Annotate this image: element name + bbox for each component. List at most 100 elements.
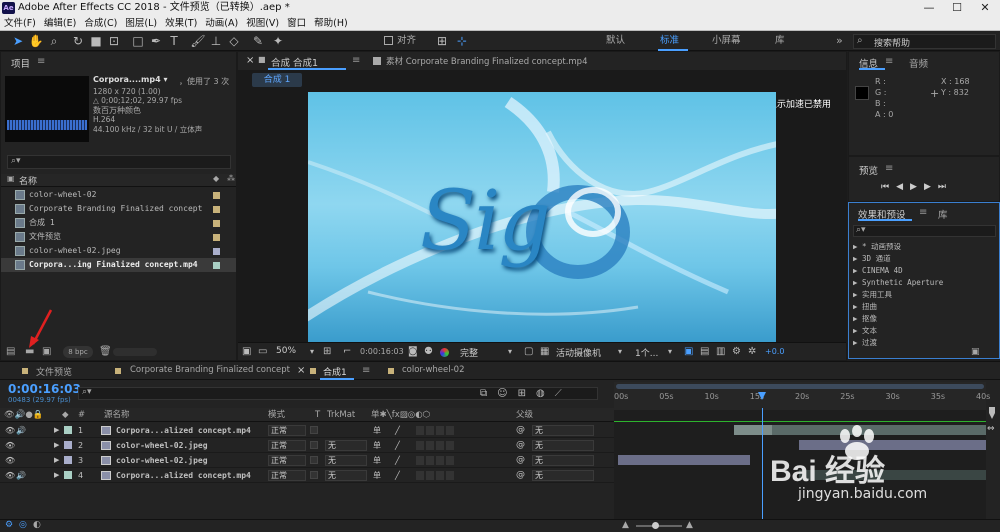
play-icon[interactable]: ▶ [910, 182, 924, 192]
new-effect-icon[interactable]: ▣ [971, 347, 980, 357]
menu-window[interactable]: 窗口 [283, 16, 310, 31]
exposure-value[interactable]: +0.0 [765, 347, 784, 356]
monitor-icon[interactable]: ▭ [258, 346, 267, 358]
parent-pickwhip-icon[interactable]: @ [516, 468, 525, 483]
pan-behind-tool-icon[interactable]: ⊡ [106, 33, 122, 49]
visibility-eye-icon[interactable]: 👁 [5, 453, 15, 468]
project-item[interactable]: Corporate Branding Finalized concept [1, 202, 236, 216]
workspace-library[interactable]: 库 [775, 34, 785, 48]
column-source-name[interactable]: 源名称 [104, 408, 130, 422]
layer-row[interactable]: 👁 ▶ 2 color-wheel-02.jpeg 正常无单 ╱ @ 无 [0, 438, 614, 453]
footage-tab[interactable]: 素材 Corporate Branding Finalized concept.… [386, 55, 587, 67]
layer-bar-3[interactable] [618, 455, 750, 465]
frame-blend-icon[interactable]: ⊞ [518, 388, 536, 399]
project-item[interactable]: 文件预览 [1, 230, 236, 244]
graph-editor-icon[interactable]: ⟋ [555, 388, 572, 399]
mode-select[interactable]: 正常 [268, 425, 306, 436]
effect-category[interactable]: ▶ 3D 通道 [853, 253, 891, 265]
switch-boxes[interactable] [416, 456, 456, 465]
shy-switch-icon[interactable]: 单 [373, 453, 381, 468]
resolution-select[interactable]: 完整 [460, 346, 478, 359]
zoom-out-icon[interactable]: ▲ [622, 520, 629, 530]
camera-tool-icon[interactable]: ■ [88, 33, 104, 49]
puppet-pin-tool-icon[interactable]: ✦ [270, 33, 286, 49]
snap-option-icon[interactable]: ⊞ [434, 33, 450, 49]
maximize-button[interactable]: ☐ [943, 0, 971, 16]
show-snapshot-icon[interactable]: ⚉ [424, 346, 433, 358]
expand-arrow-icon[interactable]: ▶ [54, 468, 59, 483]
exposure-icon[interactable]: ✲ [748, 346, 756, 358]
quality-switch-icon[interactable]: ╱ [395, 423, 400, 438]
audio-tab[interactable]: 音频 [909, 56, 928, 70]
close-button[interactable]: ✕ [971, 0, 999, 16]
layer-row[interactable]: 👁 🔊 ▶ 4 Corpora...alized concept.mp4 正常无单 ╱ @ 无 [0, 468, 614, 483]
preserve-transparency-checkbox[interactable] [310, 426, 318, 434]
shy-switch-icon[interactable]: 单 [373, 468, 381, 483]
layer-label-swatch[interactable] [64, 441, 72, 449]
menu-animation[interactable]: 动画(A) [201, 16, 242, 31]
transfer-controls-icon[interactable]: ◎ [19, 520, 27, 530]
roto-brush-tool-icon[interactable]: ✎ [250, 33, 266, 49]
layer-name[interactable]: color-wheel-02.jpeg [116, 453, 208, 468]
prev-frame-icon[interactable]: ◀ [896, 182, 910, 192]
effect-category[interactable]: ▶ 过渡 [853, 337, 877, 346]
project-item[interactable]: 合成 1 [1, 216, 236, 230]
tab-color-wheel[interactable]: color-wheel-02 [402, 365, 465, 375]
menu-view[interactable]: 视图(V) [242, 16, 283, 31]
column-parent[interactable]: 父级 [516, 408, 533, 422]
switch-boxes[interactable] [416, 471, 456, 480]
panel-menu-icon[interactable]: ≡ [885, 163, 893, 174]
effects-search-input[interactable]: ⌕▾ [853, 225, 996, 237]
comp-tab[interactable]: 合成 合成1 [271, 55, 318, 69]
chevron-down-icon[interactable]: ▾ [508, 346, 512, 358]
safe-area-icon[interactable]: ⌐ [343, 346, 351, 358]
menu-file[interactable]: 文件(F) [0, 16, 40, 31]
menu-edit[interactable]: 编辑(E) [40, 16, 80, 31]
layer-switches-toggle-icon[interactable]: ⚙ [5, 520, 13, 530]
parent-pickwhip-icon[interactable]: @ [516, 453, 525, 468]
minimize-button[interactable]: — [915, 0, 943, 16]
transparency-grid-icon[interactable]: ▦ [540, 346, 549, 358]
pen-tool-icon[interactable]: ✒ [148, 33, 164, 49]
label-color-swatch[interactable] [213, 192, 220, 199]
zoom-slider-track[interactable] [636, 525, 682, 527]
switch-boxes[interactable] [416, 441, 456, 450]
viewer-timecode[interactable]: 0:00:16:03 [360, 347, 404, 356]
parent-select[interactable]: 无 [532, 440, 594, 451]
comp-tab-menu-icon[interactable]: ≡ [352, 55, 360, 66]
panel-menu-icon[interactable]: ≡ [919, 207, 927, 218]
motion-blur-icon[interactable]: ◍ [536, 388, 555, 399]
trkmat-select[interactable]: 无 [325, 440, 367, 451]
parent-pickwhip-icon[interactable]: @ [516, 423, 525, 438]
effect-category[interactable]: ▶ 文本 [853, 325, 877, 337]
shy-switch-icon[interactable]: 单 [373, 438, 381, 453]
label-color-swatch[interactable] [213, 262, 220, 269]
quality-switch-icon[interactable]: ╱ [395, 453, 400, 468]
delete-icon[interactable]: 🗑 [99, 346, 112, 357]
comp-lock-icon[interactable]: ■ [258, 55, 266, 64]
snap-checkbox[interactable] [384, 36, 393, 45]
chevron-down-icon[interactable]: ▾ [618, 346, 622, 358]
snapshot-camera-icon[interactable]: ◙ [408, 346, 418, 358]
column-mode[interactable]: 模式 [268, 408, 285, 422]
chevron-down-icon[interactable]: ▾ [668, 346, 672, 358]
flowchart-icon[interactable]: ⚙ [732, 346, 741, 358]
eraser-tool-icon[interactable]: ◇ [226, 33, 242, 49]
camera-select[interactable]: 活动摄像机 [556, 346, 601, 359]
toggle-pixel-aspect-icon[interactable]: ▣ [684, 346, 693, 358]
views-select[interactable]: 1个... [635, 346, 658, 359]
color-channel-icon[interactable] [440, 348, 449, 357]
label-color-swatch[interactable] [213, 206, 220, 213]
snap-grid-icon[interactable]: ⊹ [454, 33, 470, 49]
trkmat-select[interactable]: 无 [325, 470, 367, 481]
time-ruler[interactable]: 00s 05s 10s 15s 20s 25s 30s 35s 40s [614, 382, 990, 410]
tab-file-preview[interactable]: 文件预览 [36, 365, 72, 378]
layer-label-swatch[interactable] [64, 426, 72, 434]
preserve-transparency-checkbox[interactable] [310, 441, 318, 449]
preserve-transparency-checkbox[interactable] [310, 456, 318, 464]
zoom-slider-thumb[interactable] [652, 522, 659, 529]
clone-stamp-tool-icon[interactable]: ⊥ [208, 33, 224, 49]
panel-menu-icon[interactable]: ≡ [37, 56, 45, 67]
quality-switch-icon[interactable]: ╱ [395, 468, 400, 483]
visibility-eye-icon[interactable]: 👁 [5, 468, 15, 483]
